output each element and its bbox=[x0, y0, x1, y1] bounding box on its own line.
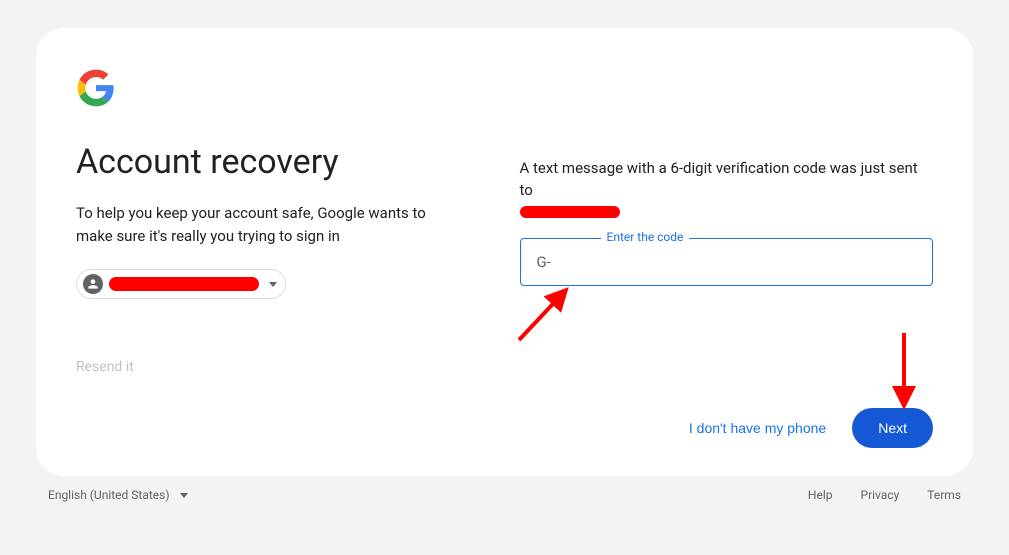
page-title: Account recovery bbox=[76, 142, 490, 182]
action-row: I don't have my phone Next bbox=[520, 368, 934, 448]
chevron-down-icon bbox=[180, 493, 188, 498]
code-input[interactable] bbox=[561, 253, 918, 270]
left-column: Account recovery To help you keep your a… bbox=[76, 68, 510, 448]
footer: English (United States) Help Privacy Ter… bbox=[0, 476, 1009, 502]
footer-links: Help Privacy Terms bbox=[808, 488, 961, 502]
privacy-link[interactable]: Privacy bbox=[861, 488, 900, 502]
no-phone-button[interactable]: I don't have my phone bbox=[689, 420, 826, 436]
account-selector[interactable] bbox=[76, 269, 286, 299]
code-input-container[interactable]: Enter the code G- bbox=[520, 238, 934, 286]
resend-link[interactable]: Resend it bbox=[76, 359, 490, 375]
redacted-phone bbox=[520, 206, 620, 218]
language-selector[interactable]: English (United States) bbox=[48, 488, 188, 502]
chevron-down-icon bbox=[269, 282, 277, 287]
redacted-email bbox=[109, 277, 259, 291]
code-prefix: G- bbox=[537, 253, 551, 271]
recovery-card: Account recovery To help you keep your a… bbox=[36, 28, 973, 476]
user-avatar-icon bbox=[83, 274, 103, 294]
code-field-label: Enter the code bbox=[601, 230, 690, 244]
next-button[interactable]: Next bbox=[852, 408, 933, 448]
terms-link[interactable]: Terms bbox=[927, 488, 961, 502]
google-logo-icon bbox=[76, 68, 490, 112]
language-label: English (United States) bbox=[48, 488, 170, 502]
help-link[interactable]: Help bbox=[808, 488, 833, 502]
right-column: A text message with a 6-digit verificati… bbox=[510, 68, 934, 448]
page-subtitle: To help you keep your account safe, Goog… bbox=[76, 202, 456, 247]
sms-instruction: A text message with a 6-digit verificati… bbox=[520, 158, 934, 202]
